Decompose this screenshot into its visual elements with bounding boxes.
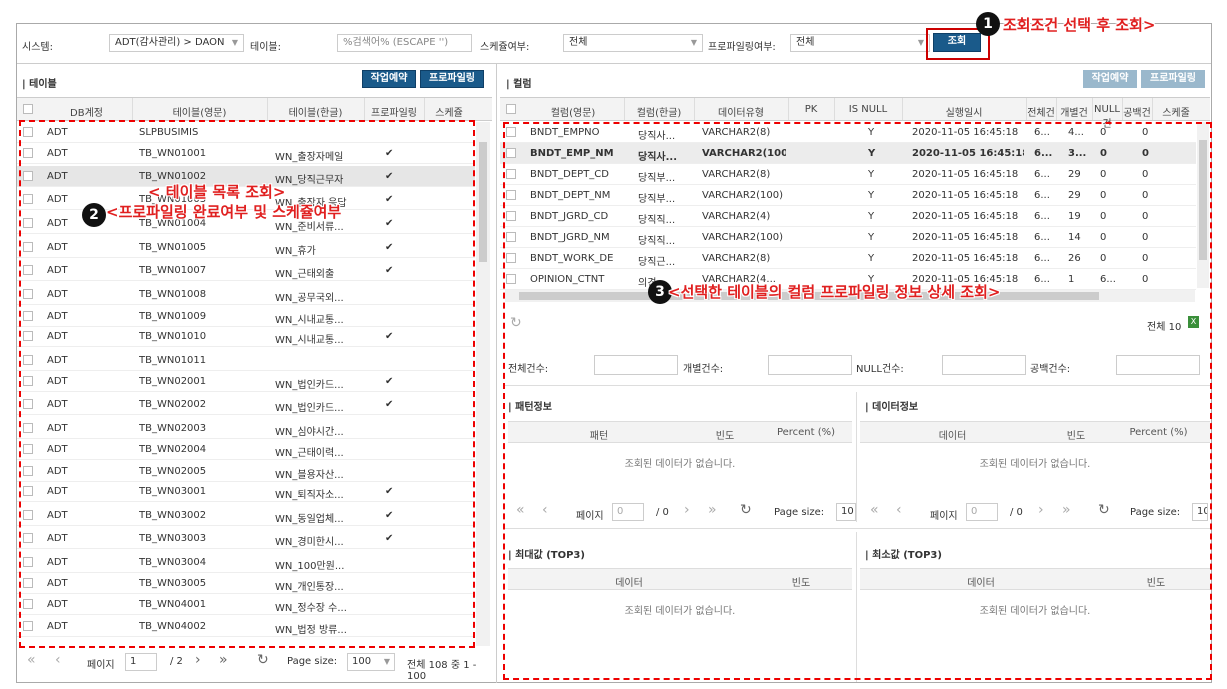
- first-page-icon[interactable]: «: [27, 652, 36, 668]
- table-summary: 전체 108 중 1 - 100: [407, 660, 477, 682]
- select-all-checkbox[interactable]: [23, 104, 33, 114]
- schedule-label: 스케쥴여부:: [480, 42, 530, 53]
- chevron-down-icon: ▼: [917, 38, 924, 47]
- annotation-text-2b: <프로파일링 완료여부 및 스케쥴여부: [106, 203, 342, 221]
- col-column-schedule[interactable]: 스케줄: [1152, 104, 1200, 119]
- page-size-label: Page size:: [287, 656, 338, 667]
- schedule-value: 전체: [569, 37, 588, 48]
- col-blank[interactable]: 공백건: [1122, 104, 1152, 119]
- page-label: 페이지: [87, 660, 115, 671]
- chevron-down-icon: ▼: [383, 657, 390, 666]
- col-exec-time[interactable]: 실행일시: [902, 104, 1026, 119]
- chevron-down-icon: ▼: [690, 38, 697, 47]
- table-section-title: | 테이블: [22, 79, 57, 90]
- col-profiling[interactable]: 프로파일링: [364, 104, 424, 119]
- annotation-badge-2: 2: [82, 203, 106, 227]
- annotation-text-2a: < 테이블 목록 조회>: [148, 183, 286, 201]
- profiling-select[interactable]: 전체 ▼: [790, 34, 930, 52]
- schedule-select[interactable]: 전체 ▼: [563, 34, 703, 52]
- col-total[interactable]: 전체건: [1026, 104, 1056, 119]
- page-input[interactable]: 1: [125, 653, 157, 671]
- col-schedule[interactable]: 스케쥴: [424, 104, 474, 119]
- column-header: 컬럼(영문) 컬럼(한글) 데이터유형 PK IS NULL 실행일시 전체건 …: [500, 97, 1210, 130]
- prev-page-icon[interactable]: ‹: [55, 652, 61, 668]
- annotation-badge-1: 1: [976, 12, 1000, 36]
- system-select[interactable]: ADT(감사관리) > DAON ▼: [109, 34, 244, 52]
- system-value: ADT(감사관리) > DAON: [115, 37, 225, 48]
- job-reserve-button[interactable]: 작업예약: [362, 70, 416, 88]
- table-search-placeholder: %검색어% (ESCAPE ''): [343, 37, 449, 48]
- column-section-title: | 컬럼: [506, 79, 532, 90]
- col-db[interactable]: DB계정: [39, 104, 134, 119]
- table-pager: « ‹ 페이지 1 / 2 › » ↻ Page size: 100 ▼ 전체 1…: [17, 649, 495, 682]
- profiling-button[interactable]: 프로파일링: [420, 70, 484, 88]
- table-search-input[interactable]: %검색어% (ESCAPE ''): [337, 34, 472, 52]
- system-label: 시스템:: [22, 42, 53, 53]
- column-job-reserve-button[interactable]: 작업예약: [1083, 70, 1137, 88]
- annotation-text-1: 조회조건 선택 후 조회>: [1003, 16, 1156, 34]
- table-header: DB계정 테이블(영문) 테이블(한글) 프로파일링 스케쥴: [17, 97, 492, 121]
- column-profiling-button[interactable]: 프로파일링: [1141, 70, 1205, 88]
- annotation-text-3: <선택한 테이블의 컬럼 프로파일링 정보 상세 조회>: [668, 283, 1001, 301]
- profiling-label: 프로파일링여부:: [708, 42, 776, 53]
- scrollbar[interactable]: [476, 122, 490, 646]
- column-detail-highlight: [503, 122, 1212, 680]
- col-pk[interactable]: PK: [788, 104, 834, 115]
- col-table-en[interactable]: 테이블(영문): [132, 104, 267, 119]
- col-table-ko[interactable]: 테이블(한글): [267, 104, 364, 119]
- table-label: 테이블:: [250, 42, 281, 53]
- col-individual[interactable]: 개별건: [1056, 104, 1092, 119]
- col-column-en[interactable]: 컬럼(영문): [522, 104, 624, 119]
- scrollbar-thumb[interactable]: [479, 142, 487, 262]
- refresh-icon[interactable]: ↻: [257, 652, 269, 668]
- panel-divider: [496, 64, 497, 683]
- last-page-icon[interactable]: »: [219, 652, 228, 668]
- total-pages: / 2: [170, 656, 183, 667]
- col-column-ko[interactable]: 컬럼(한글): [624, 104, 694, 119]
- next-page-icon[interactable]: ›: [195, 652, 201, 668]
- column-select-all-checkbox[interactable]: [506, 104, 516, 114]
- page-size-select[interactable]: 100 ▼: [347, 653, 395, 671]
- chevron-down-icon: ▼: [231, 38, 238, 47]
- page-size-value: 100: [352, 656, 372, 667]
- col-datatype[interactable]: 데이터유형: [694, 104, 788, 119]
- col-isnull[interactable]: IS NULL: [834, 104, 902, 115]
- profiling-value: 전체: [796, 37, 815, 48]
